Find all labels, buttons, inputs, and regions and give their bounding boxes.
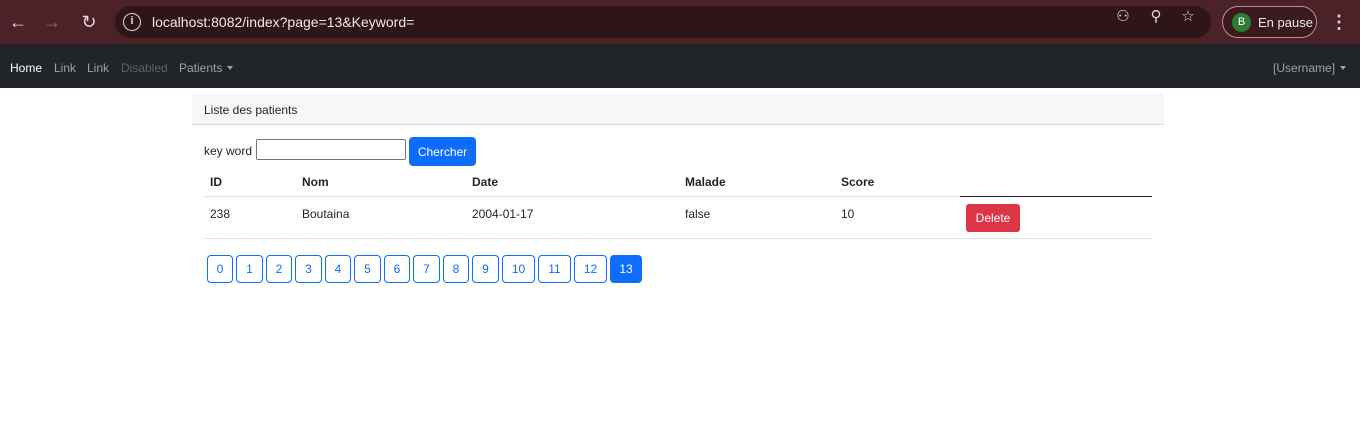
forward-arrow-icon[interactable]: → <box>40 10 64 34</box>
caret-down-icon <box>227 66 234 70</box>
nav-patients-dropdown[interactable]: Patients <box>179 61 234 75</box>
profile-button[interactable]: B En pause <box>1222 6 1317 38</box>
column-header-nom: Nom <box>302 175 329 189</box>
page-button-5[interactable]: 5 <box>354 255 381 283</box>
delete-button[interactable]: Delete <box>966 204 1020 232</box>
card-title: Liste des patients <box>204 103 298 117</box>
cell-malade: false <box>685 207 711 221</box>
search-button[interactable]: Chercher <box>409 137 476 166</box>
table-row-divider <box>204 238 1152 239</box>
cell-score: 10 <box>841 207 855 221</box>
app-navbar: Home Link Link Disabled Patients [Userna… <box>0 44 1360 88</box>
cell-id: 238 <box>210 207 231 221</box>
back-arrow-icon[interactable]: ← <box>6 10 30 34</box>
cell-date: 2004-01-17 <box>472 207 534 221</box>
nav-disabled: Disabled <box>121 61 168 75</box>
card-header: Liste des patients <box>192 94 1164 125</box>
table-header-divider-action <box>960 196 1152 197</box>
profile-status: En pause <box>1258 15 1313 30</box>
nav-user-label: [Username] <box>1273 61 1336 75</box>
page-button-9[interactable]: 9 <box>472 255 499 283</box>
page-button-2[interactable]: 2 <box>266 255 292 283</box>
page-button-7[interactable]: 7 <box>413 255 440 283</box>
browser-menu-icon[interactable]: ⋮ <box>1330 12 1348 32</box>
site-info-icon[interactable]: i <box>123 13 141 31</box>
table-header-divider <box>204 196 960 197</box>
address-bar[interactable]: i localhost:8082/index?page=13&Keyword= <box>115 6 1211 38</box>
column-header-malade: Malade <box>685 175 726 189</box>
page-button-0[interactable]: 0 <box>207 255 233 283</box>
column-header-score: Score <box>841 175 875 189</box>
page-button-10[interactable]: 10 <box>502 255 535 283</box>
translate-icon[interactable]: ⚇ <box>1114 8 1132 26</box>
nav-patients-label: Patients <box>179 61 223 75</box>
page-button-8[interactable]: 8 <box>443 255 469 283</box>
zoom-icon[interactable]: ⚲ <box>1147 8 1165 26</box>
browser-toolbar: ← → ↻ i localhost:8082/index?page=13&Key… <box>0 0 1360 44</box>
page-button-11[interactable]: 11 <box>538 255 571 283</box>
page-button-6[interactable]: 6 <box>384 255 410 283</box>
column-header-id: ID <box>210 175 222 189</box>
avatar: B <box>1232 13 1251 32</box>
caret-down-icon <box>1340 66 1347 70</box>
nav-link-1[interactable]: Link <box>54 61 76 75</box>
nav-user-dropdown[interactable]: [Username] <box>1273 61 1347 75</box>
page-button-12[interactable]: 12 <box>574 255 607 283</box>
page-button-4[interactable]: 4 <box>325 255 351 283</box>
bookmark-star-icon[interactable]: ☆ <box>1179 8 1197 26</box>
reload-icon[interactable]: ↻ <box>77 10 101 34</box>
page-button-3[interactable]: 3 <box>295 255 322 283</box>
nav-link-2[interactable]: Link <box>87 61 109 75</box>
page-button-1[interactable]: 1 <box>236 255 263 283</box>
keyword-label: key word <box>204 144 253 158</box>
nav-home[interactable]: Home <box>10 61 42 75</box>
address-bar-url[interactable]: localhost:8082/index?page=13&Keyword= <box>152 14 414 30</box>
keyword-input[interactable] <box>256 139 406 160</box>
cell-nom: Boutaina <box>302 207 350 221</box>
page-button-13-current[interactable]: 13 <box>610 255 642 283</box>
column-header-date: Date <box>472 175 499 189</box>
